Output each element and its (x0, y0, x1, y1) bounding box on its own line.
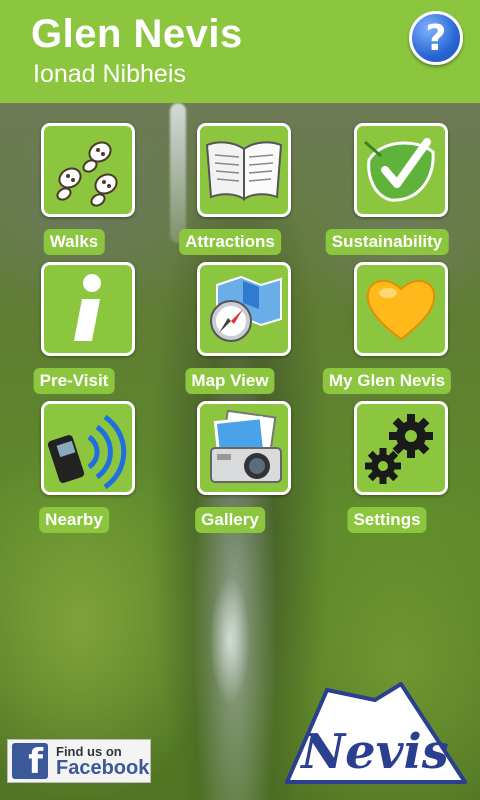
phone-signal-icon (47, 414, 127, 489)
menu-label-sustainability: Sustainability (325, 229, 449, 255)
menu-item-sustainability[interactable]: Sustainability (307, 123, 467, 255)
nevis-logo-text: Nevis (299, 724, 449, 780)
attractions-tile[interactable] (197, 123, 291, 217)
menu-label-my-glen-nevis: My Glen Nevis (322, 368, 452, 394)
menu-item-nearby[interactable]: Nearby (0, 401, 154, 533)
sustainability-tile[interactable] (354, 123, 448, 217)
gallery-tile[interactable] (197, 401, 291, 495)
facebook-logo-letter: f (28, 742, 43, 782)
menu-item-map-view[interactable]: Map View (150, 262, 310, 394)
menu-label-map-view: Map View (185, 368, 275, 394)
nearby-tile[interactable] (41, 401, 135, 495)
gears-icon (365, 414, 433, 484)
menu-item-attractions[interactable]: Attractions (150, 123, 310, 255)
facebook-line2: Facebook (56, 756, 150, 779)
menu-label-pre-visit: Pre-Visit (33, 368, 115, 394)
app-subtitle: Ionad Nibheis (33, 60, 186, 88)
app-title: Glen Nevis (31, 12, 243, 56)
menu-label-walks: Walks (43, 229, 105, 255)
map-view-tile[interactable] (197, 262, 291, 356)
book-icon (205, 141, 283, 201)
background-river (205, 560, 255, 720)
menu-item-walks[interactable]: Walks (0, 123, 154, 255)
menu-label-settings: Settings (347, 507, 427, 533)
facebook-icon: f (12, 743, 48, 779)
menu-item-gallery[interactable]: Gallery (150, 401, 310, 533)
help-button[interactable]: ? (409, 11, 463, 65)
camera-icon (210, 409, 282, 483)
pre-visit-tile[interactable] (41, 262, 135, 356)
settings-tile[interactable] (354, 401, 448, 495)
walks-tile[interactable] (41, 123, 135, 217)
facebook-line1: Find us on (56, 743, 122, 759)
info-icon (74, 274, 101, 341)
heart-icon (366, 279, 436, 341)
menu-label-gallery: Gallery (195, 507, 265, 533)
facebook-button[interactable]: f Find us on Facebook (7, 739, 151, 783)
leaf-check-icon (364, 138, 435, 202)
app-header: Glen Nevis Ionad Nibheis ? (0, 0, 480, 103)
facebook-text: Find us on Facebook (56, 745, 149, 778)
menu-item-settings[interactable]: Settings (307, 401, 467, 533)
help-icon: ? (425, 17, 447, 59)
map-compass-icon (210, 275, 282, 342)
menu-item-pre-visit[interactable]: Pre-Visit (0, 262, 154, 394)
my-glen-nevis-tile[interactable] (354, 262, 448, 356)
menu-item-my-glen-nevis[interactable]: My Glen Nevis (307, 262, 467, 394)
footprints-icon (56, 141, 118, 207)
nevis-logo[interactable]: Nevis (283, 682, 469, 788)
menu-label-nearby: Nearby (39, 507, 109, 533)
menu-label-attractions: Attractions (179, 229, 281, 255)
